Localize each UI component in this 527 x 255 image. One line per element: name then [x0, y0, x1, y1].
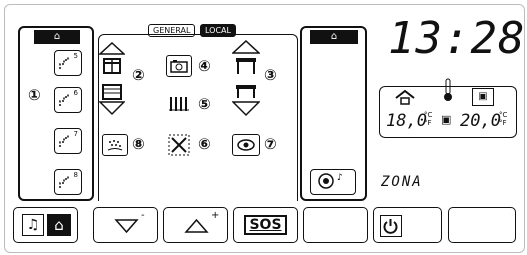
- zone-number-2: ②: [132, 66, 145, 84]
- empty-button-2[interactable]: [448, 207, 516, 243]
- clock-display: 13:28: [388, 13, 526, 64]
- music-toggle[interactable]: ♫: [22, 214, 44, 236]
- home-icon: ⌂: [53, 31, 61, 42]
- zone-number-3: ③: [264, 66, 277, 84]
- power-icon: [383, 219, 398, 234]
- zone-number-7: ⑦: [264, 135, 277, 153]
- home-icon: ⌂: [330, 31, 338, 42]
- setpoint-unit-f: °F: [499, 119, 507, 127]
- scene-number: 7: [73, 130, 78, 138]
- scene-button-8[interactable]: 8: [54, 169, 82, 195]
- scene-button-6[interactable]: 6: [54, 87, 82, 113]
- fan-icon[interactable]: [168, 134, 190, 156]
- music-panel: ⌂ ♪: [300, 26, 367, 201]
- camera-icon: [170, 60, 188, 73]
- decrease-button[interactable]: -: [93, 207, 158, 243]
- irrigation-button[interactable]: [102, 134, 128, 156]
- zone-number-5: ⑤: [198, 95, 211, 113]
- power-button[interactable]: [373, 207, 442, 243]
- svg-text:♪: ♪: [337, 173, 343, 183]
- empty-button-1[interactable]: [303, 207, 368, 243]
- music-home-button[interactable]: ♫ ⌂: [13, 207, 78, 243]
- shutter-up-icon[interactable]: [232, 84, 260, 118]
- scene-number: 8: [73, 171, 78, 179]
- thermometer-icon: [444, 78, 452, 101]
- scene-button-7[interactable]: 7: [54, 128, 82, 154]
- chevron-down-icon: [114, 219, 139, 234]
- awning-up-icon[interactable]: [232, 40, 260, 76]
- scenes-panel-header: ⌂: [34, 30, 80, 44]
- setpoint-icon: ▣: [472, 88, 494, 106]
- plus-label: +: [211, 210, 220, 221]
- current-temp-unit-f: °F: [424, 119, 432, 127]
- home-toggle[interactable]: ⌂: [47, 214, 71, 236]
- zone-number-4: ④: [198, 57, 211, 75]
- music-icon: ♪: [318, 173, 343, 189]
- sos-button[interactable]: SOS: [233, 207, 298, 243]
- setpoint-temperature: 20,0: [460, 111, 501, 131]
- scene-button-5[interactable]: 5: [54, 50, 82, 76]
- eye-icon: [237, 139, 255, 151]
- current-temp-unit-c: °C: [424, 111, 433, 119]
- shutter-down-icon[interactable]: [99, 84, 125, 116]
- scene-number: 6: [73, 89, 78, 97]
- sos-label: SOS: [244, 215, 287, 235]
- eye-button[interactable]: [232, 134, 260, 156]
- scene-number: 5: [73, 52, 78, 60]
- music-button[interactable]: ♪: [310, 169, 356, 195]
- home-temperature-icon: [395, 89, 415, 105]
- irrigation-icon: [107, 140, 123, 151]
- zone-number-1: ①: [28, 86, 41, 104]
- current-temperature: 18,0: [386, 111, 427, 131]
- music-panel-header: ⌂: [310, 30, 358, 44]
- scenes-panel: ⌂ ① 5 6 7 8: [18, 26, 94, 201]
- zone-number-8: ⑧: [132, 135, 145, 153]
- radiator-icon[interactable]: [168, 94, 190, 114]
- zone-number-6: ⑥: [198, 135, 211, 153]
- zone-label: ZONA: [381, 174, 423, 190]
- increase-button[interactable]: +: [163, 207, 228, 243]
- window-open-icon[interactable]: [99, 42, 125, 76]
- lock-icon: ▣: [441, 113, 452, 126]
- camera-button[interactable]: [166, 55, 192, 77]
- setpoint-unit-c: °C: [499, 111, 508, 119]
- minus-label: -: [141, 210, 145, 221]
- power-icon-box: [380, 215, 402, 237]
